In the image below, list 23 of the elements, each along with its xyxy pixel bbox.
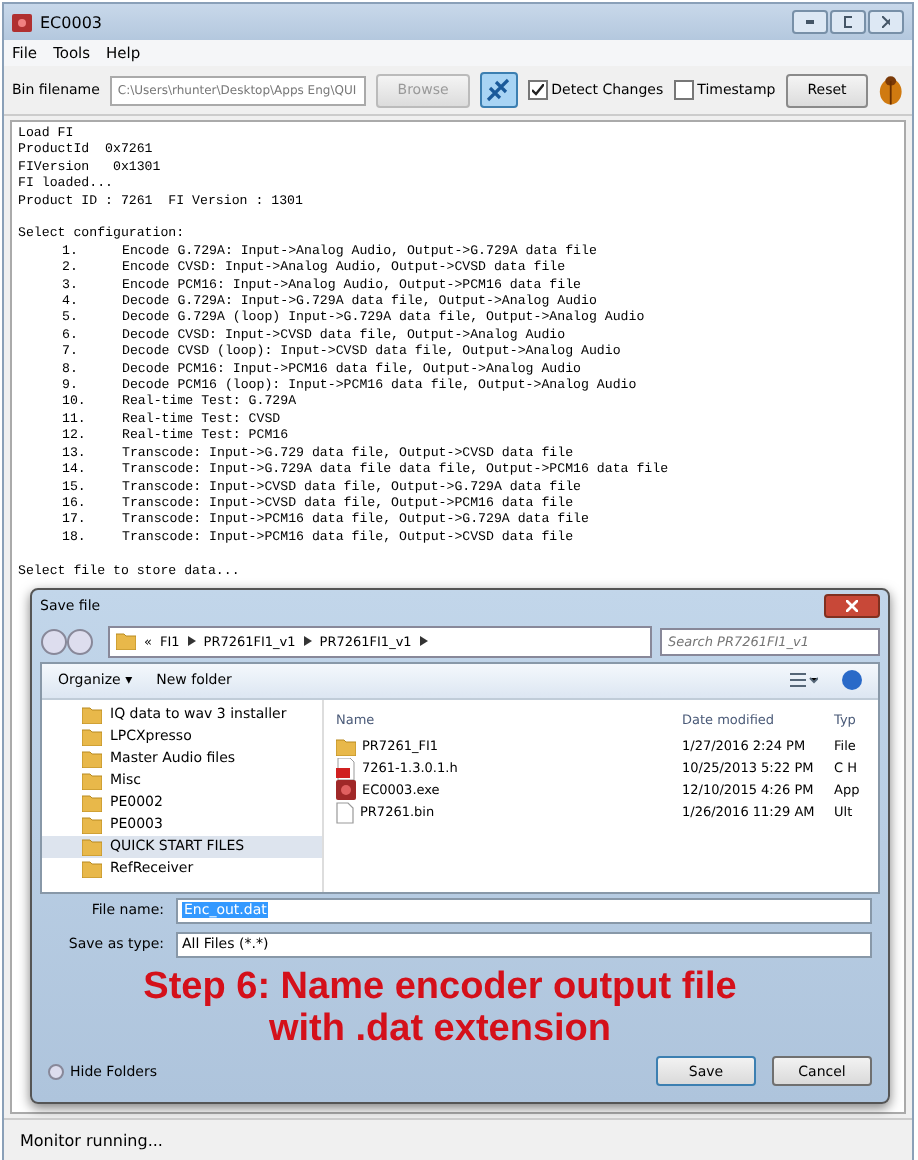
app-icon xyxy=(336,780,356,801)
maximize-button[interactable] xyxy=(830,10,866,34)
chevron-icon xyxy=(187,636,196,647)
app-icon xyxy=(12,13,32,31)
view-icon[interactable] xyxy=(790,672,818,689)
maximize-icon xyxy=(844,16,852,28)
window-title: EC0003 xyxy=(40,13,102,31)
status-text: Monitor running... xyxy=(20,1131,163,1149)
annotation-text: Step 6: Name encoder output file with .dat extension xyxy=(141,963,739,1050)
minimize-button[interactable] xyxy=(792,10,828,34)
file-icon xyxy=(336,801,354,824)
bug-icon[interactable] xyxy=(878,74,904,106)
chevron-icon xyxy=(303,636,312,647)
file-icon xyxy=(336,757,356,780)
connect-button[interactable] xyxy=(480,72,518,108)
close-button[interactable] xyxy=(868,10,904,34)
chevron-icon xyxy=(419,636,428,647)
folder-icon xyxy=(336,737,356,756)
minimize-icon xyxy=(806,20,814,24)
close-button[interactable] xyxy=(824,593,880,618)
folder-icon xyxy=(116,632,136,651)
checkmark-icon xyxy=(531,84,544,96)
collapse-icon xyxy=(48,1063,64,1080)
